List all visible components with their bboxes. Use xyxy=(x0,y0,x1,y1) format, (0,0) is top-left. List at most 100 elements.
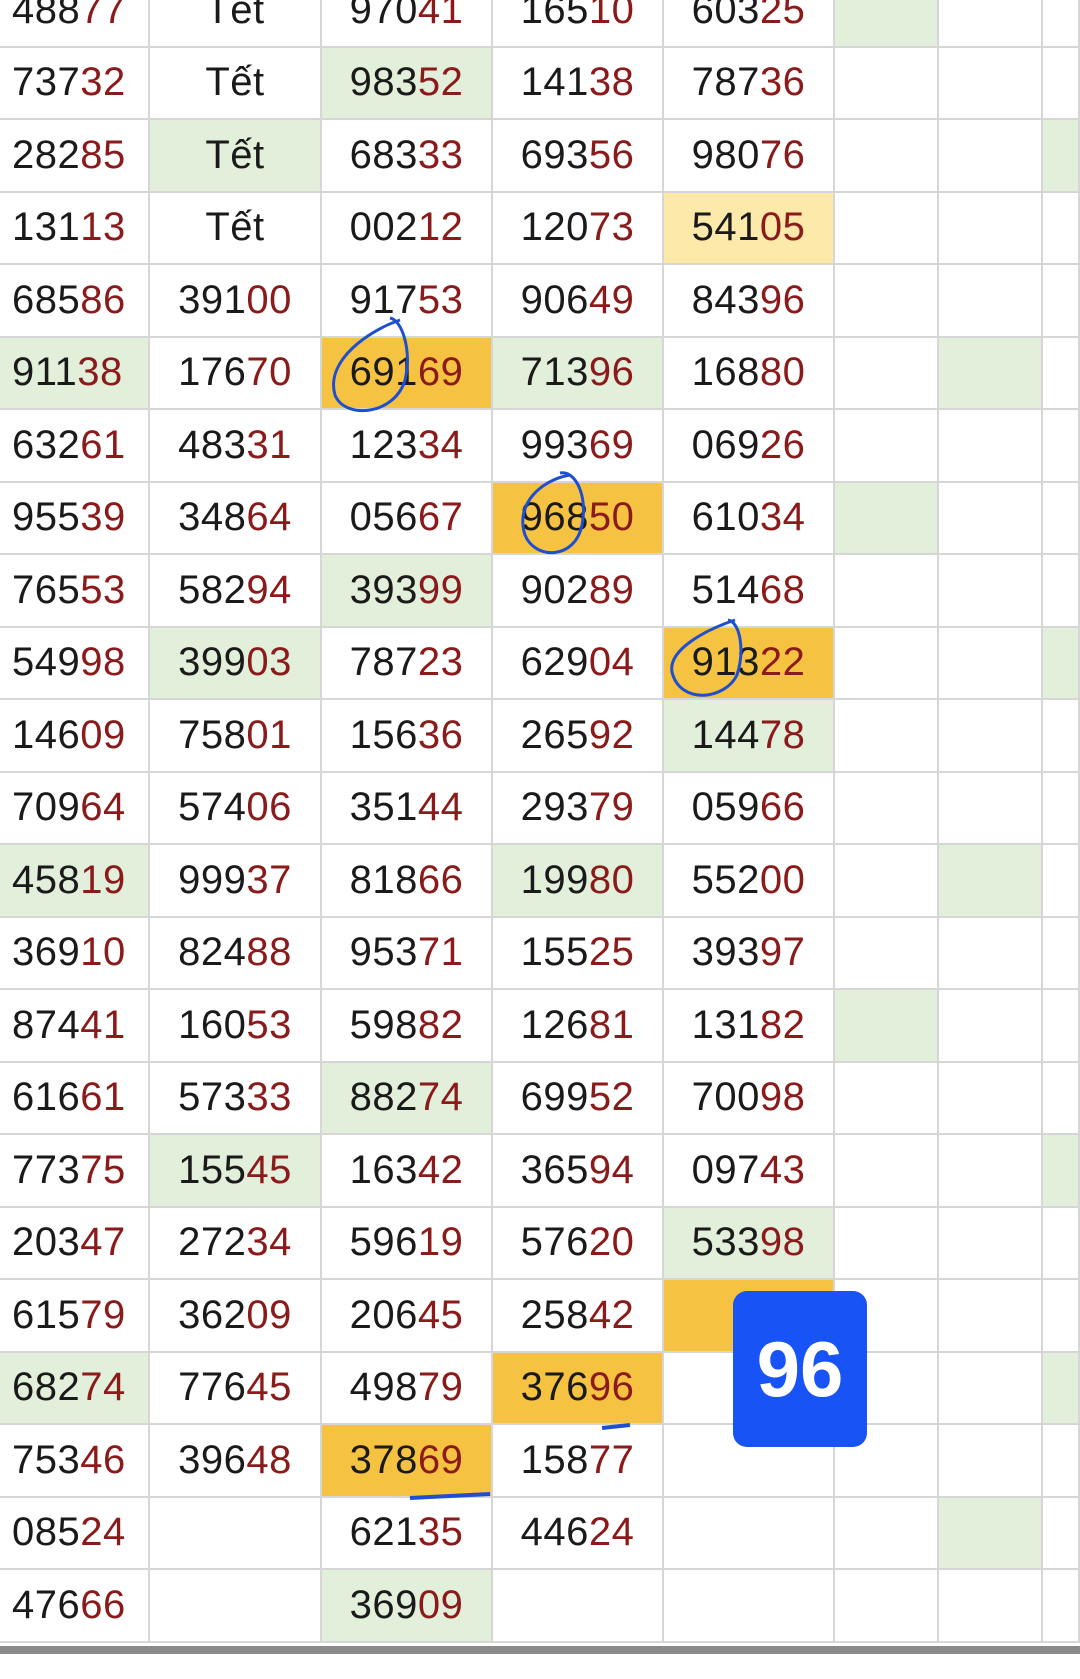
grid-cell[interactable]: 843 96 xyxy=(664,265,835,338)
grid-cell[interactable]: 533 98 xyxy=(664,1207,835,1280)
grid-cell[interactable]: 488 77 xyxy=(0,0,150,48)
grid-cell[interactable]: 131 13 xyxy=(0,192,150,265)
grid-cell[interactable] xyxy=(1043,845,1080,918)
grid-cell[interactable] xyxy=(1043,120,1080,193)
grid-cell[interactable]: Tết xyxy=(150,192,322,265)
grid-cell[interactable]: 953 71 xyxy=(322,917,493,990)
grid-cell[interactable] xyxy=(835,1135,939,1208)
grid-cell[interactable]: 085 24 xyxy=(0,1497,150,1570)
grid-cell[interactable]: 917 53 xyxy=(322,265,493,338)
grid-cell[interactable]: 824 88 xyxy=(150,917,322,990)
grid-cell[interactable]: 265 92 xyxy=(493,700,664,773)
grid-cell[interactable]: 700 98 xyxy=(664,1062,835,1135)
grid-cell[interactable]: Tết xyxy=(150,120,322,193)
grid-cell[interactable]: 882 74 xyxy=(322,1062,493,1135)
grid-cell[interactable]: 983 52 xyxy=(322,47,493,120)
grid-cell[interactable]: 574 06 xyxy=(150,772,322,845)
grid-cell[interactable]: 396 48 xyxy=(150,1425,322,1498)
grid-cell[interactable] xyxy=(835,1570,939,1643)
grid-cell[interactable]: 541 05 xyxy=(664,192,835,265)
grid-cell[interactable]: 999 37 xyxy=(150,845,322,918)
grid-cell[interactable]: 365 94 xyxy=(493,1135,664,1208)
grid-cell[interactable] xyxy=(1043,1207,1080,1280)
grid-cell[interactable]: 616 61 xyxy=(0,1062,150,1135)
grid-cell[interactable] xyxy=(835,772,939,845)
grid-cell[interactable]: 446 24 xyxy=(493,1497,664,1570)
grid-cell[interactable] xyxy=(664,1497,835,1570)
grid-cell[interactable] xyxy=(835,0,939,48)
grid-cell[interactable]: 758 01 xyxy=(150,700,322,773)
grid-cell[interactable] xyxy=(1043,1352,1080,1425)
grid-cell[interactable]: 691 69 xyxy=(322,337,493,410)
grid-cell[interactable] xyxy=(939,700,1043,773)
grid-cell[interactable]: 141 38 xyxy=(493,47,664,120)
grid-cell[interactable]: Tết xyxy=(150,47,322,120)
grid-cell[interactable]: 955 39 xyxy=(0,482,150,555)
grid-cell[interactable]: 258 42 xyxy=(493,1280,664,1353)
grid-cell[interactable] xyxy=(1043,482,1080,555)
grid-cell[interactable] xyxy=(939,1207,1043,1280)
grid-cell[interactable] xyxy=(835,1207,939,1280)
grid-cell[interactable] xyxy=(939,0,1043,48)
grid-cell[interactable]: 199 80 xyxy=(493,845,664,918)
grid-cell[interactable]: 378 69 xyxy=(322,1425,493,1498)
grid-cell[interactable]: 002 12 xyxy=(322,192,493,265)
grid-cell[interactable] xyxy=(1043,337,1080,410)
grid-cell[interactable] xyxy=(939,1352,1043,1425)
grid-cell[interactable]: 369 10 xyxy=(0,917,150,990)
grid-cell[interactable] xyxy=(939,1497,1043,1570)
grid-cell[interactable]: 393 99 xyxy=(322,555,493,628)
grid-cell[interactable]: 156 36 xyxy=(322,700,493,773)
grid-cell[interactable] xyxy=(939,1062,1043,1135)
grid-cell[interactable]: 911 38 xyxy=(0,337,150,410)
grid-cell[interactable] xyxy=(835,627,939,700)
grid-cell[interactable]: 709 64 xyxy=(0,772,150,845)
grid-cell[interactable]: 176 70 xyxy=(150,337,322,410)
grid-cell[interactable]: 483 31 xyxy=(150,410,322,483)
grid-cell[interactable]: 693 56 xyxy=(493,120,664,193)
grid-cell[interactable]: 155 25 xyxy=(493,917,664,990)
grid-cell[interactable]: 155 45 xyxy=(150,1135,322,1208)
grid-cell[interactable]: 993 69 xyxy=(493,410,664,483)
grid-cell[interactable] xyxy=(835,47,939,120)
grid-cell[interactable]: 514 68 xyxy=(664,555,835,628)
grid-cell[interactable]: 610 34 xyxy=(664,482,835,555)
grid-cell[interactable]: 713 96 xyxy=(493,337,664,410)
grid-cell[interactable]: 282 85 xyxy=(0,120,150,193)
grid-cell[interactable] xyxy=(1043,1135,1080,1208)
grid-cell[interactable]: 787 36 xyxy=(664,47,835,120)
grid-cell[interactable] xyxy=(493,1570,664,1643)
grid-cell[interactable] xyxy=(939,410,1043,483)
grid-cell[interactable]: 596 19 xyxy=(322,1207,493,1280)
grid-cell[interactable]: 097 43 xyxy=(664,1135,835,1208)
grid-cell[interactable]: 818 66 xyxy=(322,845,493,918)
grid-cell[interactable] xyxy=(835,990,939,1063)
grid-cell[interactable]: 549 98 xyxy=(0,627,150,700)
grid-cell[interactable] xyxy=(939,1570,1043,1643)
grid-cell[interactable]: 059 66 xyxy=(664,772,835,845)
grid-cell[interactable]: 576 20 xyxy=(493,1207,664,1280)
grid-cell[interactable] xyxy=(835,1497,939,1570)
grid-cell[interactable]: 615 79 xyxy=(0,1280,150,1353)
grid-cell[interactable] xyxy=(835,120,939,193)
grid-cell[interactable] xyxy=(835,845,939,918)
grid-cell[interactable]: 682 74 xyxy=(0,1352,150,1425)
grid-cell[interactable] xyxy=(835,482,939,555)
grid-cell[interactable] xyxy=(939,47,1043,120)
grid-cell[interactable] xyxy=(1043,1425,1080,1498)
grid-cell[interactable] xyxy=(1043,0,1080,48)
grid-cell[interactable]: 458 19 xyxy=(0,845,150,918)
grid-cell[interactable] xyxy=(1043,1497,1080,1570)
grid-cell[interactable]: 683 33 xyxy=(322,120,493,193)
grid-cell[interactable] xyxy=(835,337,939,410)
grid-cell[interactable]: 765 53 xyxy=(0,555,150,628)
grid-cell[interactable]: 069 26 xyxy=(664,410,835,483)
grid-cell[interactable]: 351 44 xyxy=(322,772,493,845)
grid-cell[interactable]: 123 34 xyxy=(322,410,493,483)
grid-cell[interactable] xyxy=(1043,410,1080,483)
grid-cell[interactable]: 293 79 xyxy=(493,772,664,845)
grid-cell[interactable]: 163 42 xyxy=(322,1135,493,1208)
grid-cell[interactable]: 146 09 xyxy=(0,700,150,773)
grid-cell[interactable] xyxy=(835,700,939,773)
grid-cell[interactable] xyxy=(1043,627,1080,700)
